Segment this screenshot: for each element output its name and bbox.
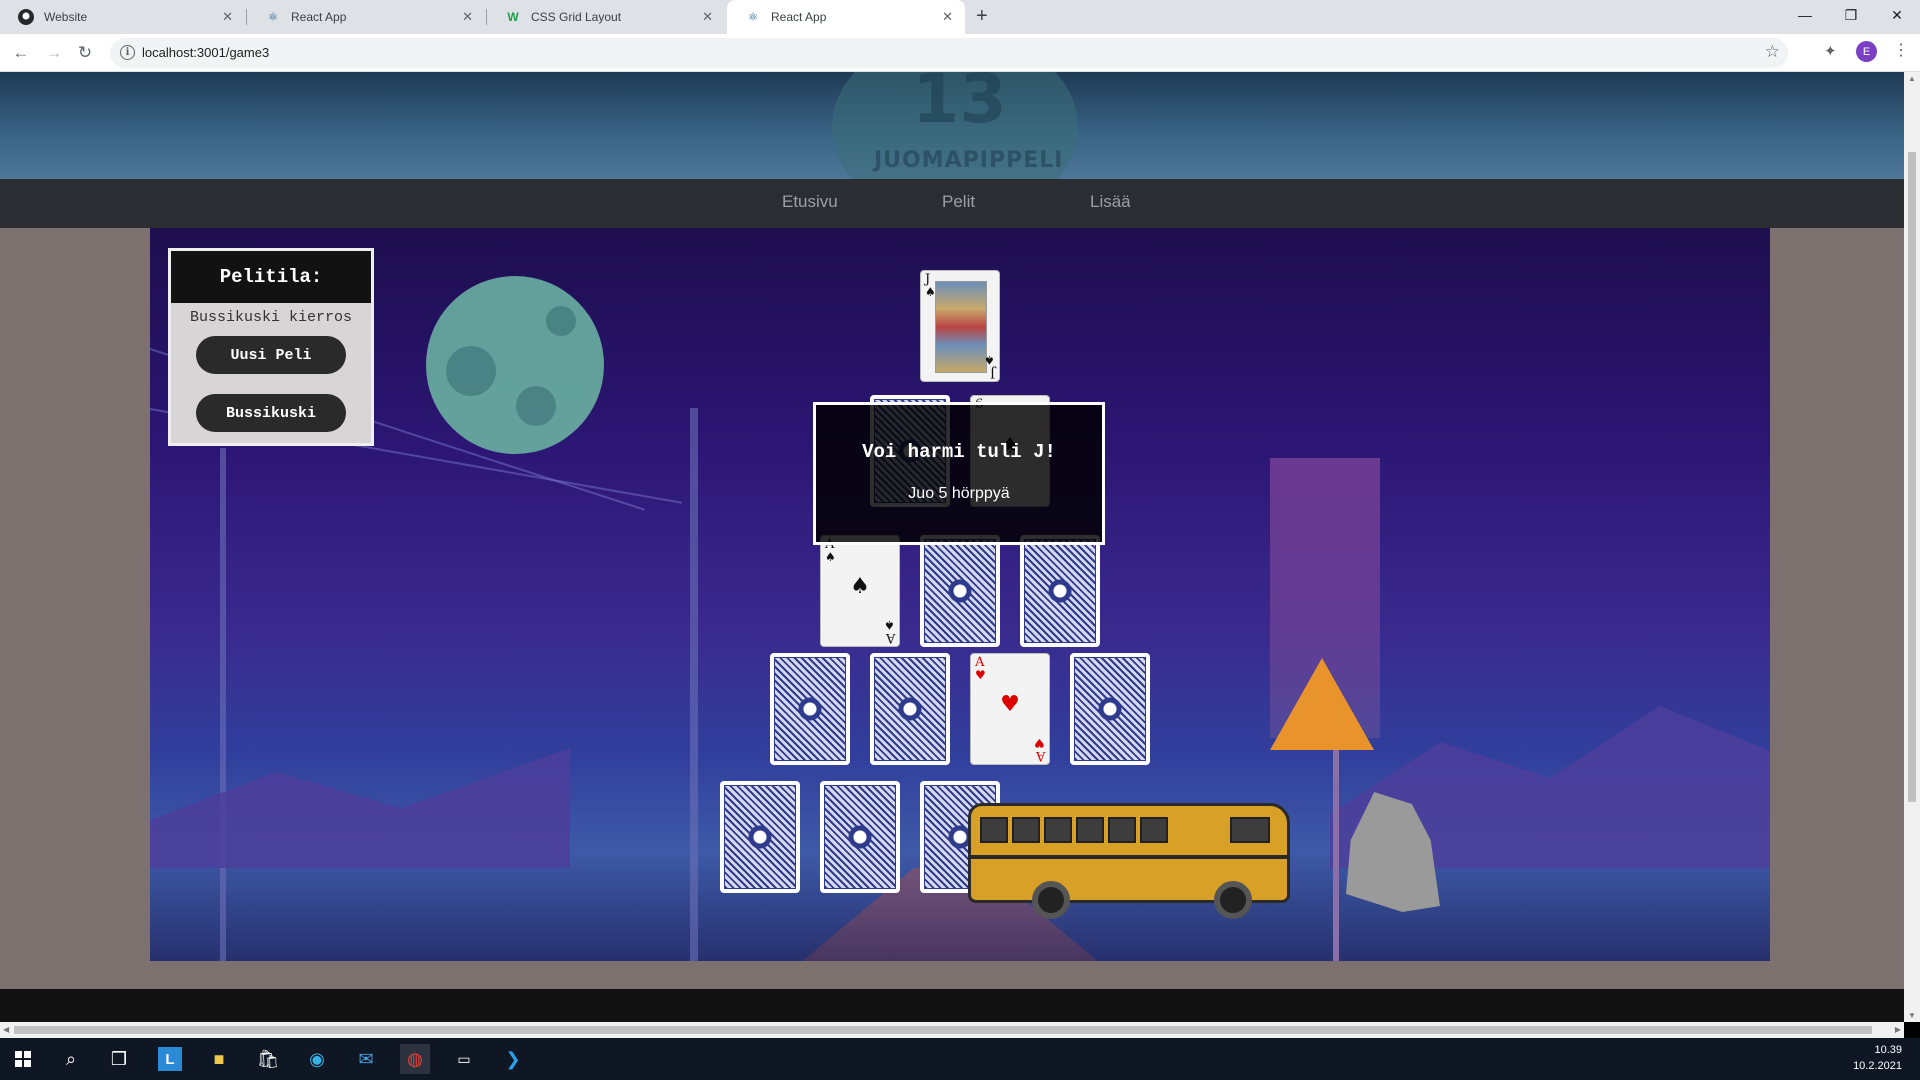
tab-title: React App [771,10,827,24]
jack-face-art [935,281,987,373]
menu-icon[interactable]: ⋮ [1893,40,1909,60]
react-icon: ⚛ [267,10,279,24]
tab-title: CSS Grid Layout [531,10,622,24]
modal-message: Juo 5 hörppyä [908,485,1010,502]
scroll-thumb[interactable] [14,1026,1872,1034]
bus-driver-button[interactable]: Bussikuski [196,394,346,432]
profile-avatar[interactable]: E [1856,41,1877,62]
extensions-icon[interactable]: ✦ [1824,42,1837,60]
game-state-panel: Pelitila: Bussikuski kierros Uusi Peli B… [168,248,374,446]
card-suit: ♠ [984,353,995,367]
card-suit: ♥ [975,668,986,682]
scroll-thumb[interactable] [1908,152,1916,802]
site-nav: Etusivu Pelit Lisää [0,179,1904,228]
nav-lisaa[interactable]: Lisää [1090,192,1131,212]
moon-illustration [426,276,604,454]
card-pip: ♥ [1000,692,1020,717]
card-rank: A [1035,748,1045,763]
close-tab-icon[interactable]: ✕ [942,9,953,25]
page-viewport: 13 JUOMAPIPPELI Etusivu Pelit Lisää Peli… [0,72,1904,1022]
card-rank: J [989,365,995,380]
site-header: 13 JUOMAPIPPELI [0,72,1904,222]
tab-react-app-1[interactable]: ⚛ React App ✕ [247,0,485,34]
edge-icon[interactable]: ◉ [302,1044,332,1074]
modal-title: Voi harmi tuli J! [862,441,1056,463]
card-suit: ♠ [884,618,895,632]
card-suit: ♥ [1034,736,1045,750]
site-footer [0,989,1904,1022]
close-tab-icon[interactable]: ✕ [702,9,713,25]
browser-toolbar: ← → ↻ i localhost:3001/game3 ☆ [0,34,1920,72]
result-modal[interactable]: Voi harmi tuli J! Juo 5 hörppyä [813,402,1105,545]
logo-number: 13 [912,72,1007,139]
file-explorer-icon[interactable]: ■ [204,1044,234,1074]
system-clock[interactable]: 10.39 10.2.2021 [1853,1042,1902,1074]
game-area: Pelitila: Bussikuski kierros Uusi Peli B… [150,228,1770,961]
url-text[interactable]: localhost:3001/game3 [142,45,269,60]
task-view-icon[interactable]: ❒ [104,1044,134,1074]
warning-sign [1270,658,1374,750]
terminal-icon[interactable]: ▭ [449,1044,479,1074]
tab-title: React App [291,10,347,24]
card-suit: ♠ [825,550,836,564]
w-icon: W [507,10,519,24]
clock-time: 10.39 [1874,1044,1902,1056]
tab-css-grid[interactable]: W CSS Grid Layout ✕ [487,0,725,34]
panel-title: Pelitila: [171,251,371,303]
search-icon[interactable]: ⌕ [56,1044,86,1074]
card-pip: ♠ [850,574,870,599]
nav-pelit[interactable]: Pelit [942,192,975,212]
clock-date: 10.2.2021 [1853,1060,1902,1072]
tab-strip: Website ✕ ⚛ React App ✕ W CSS Grid Layou… [0,0,1920,34]
reload-icon[interactable]: ↻ [73,41,97,65]
minimize-button[interactable]: — [1782,0,1828,30]
new-tab-button[interactable]: + [976,5,988,28]
school-bus-illustration [968,795,1304,919]
card-back[interactable] [720,781,800,893]
store-icon[interactable]: 🛍 [253,1044,283,1074]
restore-button[interactable]: ❐ [1828,0,1874,30]
github-icon [18,9,34,25]
card-ace-spades[interactable]: A ♠ ♠ A ♠ [820,535,900,647]
horizontal-scrollbar[interactable]: ◀ ▶ [0,1022,1904,1038]
close-tab-icon[interactable]: ✕ [462,9,473,25]
chrome-icon[interactable]: ◍ [400,1044,430,1074]
new-game-button[interactable]: Uusi Peli [196,336,346,374]
utility-pole [690,408,698,961]
nav-etusivu[interactable]: Etusivu [782,192,838,212]
react-icon: ⚛ [747,10,759,24]
card-back[interactable] [920,535,1000,647]
info-icon[interactable]: i [120,45,135,60]
bookmark-star-icon[interactable]: ☆ [1765,42,1780,62]
windows-start-icon[interactable] [8,1044,38,1074]
card-back[interactable] [820,781,900,893]
card-back[interactable] [1070,653,1150,765]
card-rank: A [885,630,895,645]
vertical-scrollbar[interactable]: ▲ ▼ [1904,72,1920,1022]
mail-icon[interactable]: ✉ [351,1044,381,1074]
card-ace-hearts[interactable]: A ♥ ♥ A ♥ [970,653,1050,765]
close-tab-icon[interactable]: ✕ [222,9,233,25]
card-top-jack[interactable]: J ♠ J ♠ [920,270,1000,382]
app-l-icon[interactable]: L [155,1044,185,1074]
card-back[interactable] [1020,535,1100,647]
tab-website[interactable]: Website ✕ [0,0,245,34]
address-bar[interactable]: i localhost:3001/game3 ☆ [110,38,1788,68]
card-suit: ♠ [925,285,936,299]
tab-title: Website [44,10,88,24]
tab-react-app-active[interactable]: ⚛ React App ✕ [727,0,965,34]
windows-taskbar: ⌕ ❒ L ■ 🛍 ◉ ✉ ◍ ▭ ❯ 10.39 10.2.2021 [0,1038,1920,1080]
card-back[interactable] [770,653,850,765]
close-window-button[interactable]: ✕ [1874,0,1920,30]
vscode-icon[interactable]: ❯ [498,1044,528,1074]
game-status: Bussikuski kierros [189,309,353,326]
logo-text: JUOMAPIPPELI [874,148,1064,173]
back-icon[interactable]: ← [9,41,33,65]
card-back[interactable] [870,653,950,765]
forward-icon[interactable]: → [42,41,66,65]
